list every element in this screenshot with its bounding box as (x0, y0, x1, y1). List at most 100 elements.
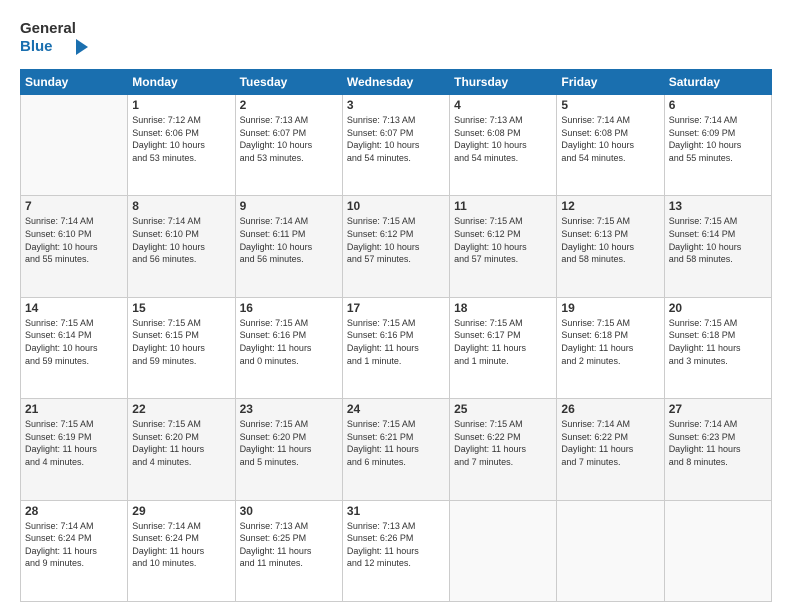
day-info: Sunrise: 7:15 AM Sunset: 6:14 PM Dayligh… (669, 215, 767, 265)
day-info: Sunrise: 7:15 AM Sunset: 6:20 PM Dayligh… (132, 418, 230, 468)
day-number: 31 (347, 504, 445, 518)
day-number: 17 (347, 301, 445, 315)
calendar-cell: 14 Sunrise: 7:15 AM Sunset: 6:14 PM Dayli… (21, 297, 128, 398)
svg-text:Blue: Blue (20, 38, 53, 55)
day-number: 19 (561, 301, 659, 315)
day-info: Sunrise: 7:15 AM Sunset: 6:18 PM Dayligh… (669, 317, 767, 367)
day-number: 14 (25, 301, 123, 315)
calendar-cell: 15 Sunrise: 7:15 AM Sunset: 6:15 PM Dayli… (128, 297, 235, 398)
calendar-cell (664, 500, 771, 601)
calendar-cell: 16 Sunrise: 7:15 AM Sunset: 6:16 PM Dayli… (235, 297, 342, 398)
day-info: Sunrise: 7:14 AM Sunset: 6:11 PM Dayligh… (240, 215, 338, 265)
calendar-table: SundayMondayTuesdayWednesdayThursdayFrid… (20, 69, 772, 602)
calendar-cell: 9 Sunrise: 7:14 AM Sunset: 6:11 PM Daylig… (235, 196, 342, 297)
calendar-week-5: 28Sunrise: 7:14 AM Sunset: 6:24 PM Dayli… (21, 500, 772, 601)
day-info: Sunrise: 7:15 AM Sunset: 6:12 PM Dayligh… (454, 215, 552, 265)
day-number: 15 (132, 301, 230, 315)
day-number: 10 (347, 199, 445, 213)
col-header-tuesday: Tuesday (235, 70, 342, 95)
calendar-cell: 6 Sunrise: 7:14 AM Sunset: 6:09 PM Daylig… (664, 95, 771, 196)
calendar-week-1: 1 Sunrise: 7:12 AM Sunset: 6:06 PM Daylig… (21, 95, 772, 196)
day-info: Sunrise: 7:14 AM Sunset: 6:23 PM Dayligh… (669, 418, 767, 468)
day-info: Sunrise: 7:13 AM Sunset: 6:08 PM Dayligh… (454, 114, 552, 164)
calendar-cell: 4 Sunrise: 7:13 AM Sunset: 6:08 PM Daylig… (450, 95, 557, 196)
day-info: Sunrise: 7:12 AM Sunset: 6:06 PM Dayligh… (132, 114, 230, 164)
day-info: Sunrise: 7:13 AM Sunset: 6:07 PM Dayligh… (347, 114, 445, 164)
day-info: Sunrise: 7:14 AM Sunset: 6:10 PM Dayligh… (25, 215, 123, 265)
logo: GeneralBlue (20, 15, 90, 59)
col-header-sunday: Sunday (21, 70, 128, 95)
day-info: Sunrise: 7:15 AM Sunset: 6:22 PM Dayligh… (454, 418, 552, 468)
day-number: 6 (669, 98, 767, 112)
day-number: 12 (561, 199, 659, 213)
day-number: 13 (669, 199, 767, 213)
calendar-cell: 1 Sunrise: 7:12 AM Sunset: 6:06 PM Daylig… (128, 95, 235, 196)
day-number: 8 (132, 199, 230, 213)
calendar-cell: 13 Sunrise: 7:15 AM Sunset: 6:14 PM Dayli… (664, 196, 771, 297)
calendar-header-row: SundayMondayTuesdayWednesdayThursdayFrid… (21, 70, 772, 95)
calendar-week-4: 21Sunrise: 7:15 AM Sunset: 6:19 PM Dayli… (21, 399, 772, 500)
day-info: Sunrise: 7:14 AM Sunset: 6:24 PM Dayligh… (25, 520, 123, 570)
day-number: 4 (454, 98, 552, 112)
calendar-cell: 23 Sunrise: 7:15 AM Sunset: 6:20 PM Dayli… (235, 399, 342, 500)
calendar-week-2: 7Sunrise: 7:14 AM Sunset: 6:10 PM Daylig… (21, 196, 772, 297)
day-number: 18 (454, 301, 552, 315)
calendar-cell: 24Sunrise: 7:15 AM Sunset: 6:21 PM Dayli… (342, 399, 449, 500)
col-header-thursday: Thursday (450, 70, 557, 95)
day-info: Sunrise: 7:14 AM Sunset: 6:09 PM Dayligh… (669, 114, 767, 164)
day-info: Sunrise: 7:15 AM Sunset: 6:17 PM Dayligh… (454, 317, 552, 367)
day-info: Sunrise: 7:13 AM Sunset: 6:25 PM Dayligh… (240, 520, 338, 570)
calendar-cell: 18 Sunrise: 7:15 AM Sunset: 6:17 PM Dayli… (450, 297, 557, 398)
day-number: 29 (132, 504, 230, 518)
calendar-cell: 12 Sunrise: 7:15 AM Sunset: 6:13 PM Dayli… (557, 196, 664, 297)
day-info: Sunrise: 7:13 AM Sunset: 6:26 PM Dayligh… (347, 520, 445, 570)
col-header-wednesday: Wednesday (342, 70, 449, 95)
day-info: Sunrise: 7:15 AM Sunset: 6:13 PM Dayligh… (561, 215, 659, 265)
calendar-cell: 2Sunrise: 7:13 AM Sunset: 6:07 PM Daylig… (235, 95, 342, 196)
day-info: Sunrise: 7:13 AM Sunset: 6:07 PM Dayligh… (240, 114, 338, 164)
day-info: Sunrise: 7:15 AM Sunset: 6:12 PM Dayligh… (347, 215, 445, 265)
col-header-monday: Monday (128, 70, 235, 95)
day-info: Sunrise: 7:15 AM Sunset: 6:16 PM Dayligh… (347, 317, 445, 367)
calendar-cell: 25 Sunrise: 7:15 AM Sunset: 6:22 PM Dayli… (450, 399, 557, 500)
day-number: 22 (132, 402, 230, 416)
calendar-cell: 10 Sunrise: 7:15 AM Sunset: 6:12 PM Dayli… (342, 196, 449, 297)
day-number: 23 (240, 402, 338, 416)
day-info: Sunrise: 7:15 AM Sunset: 6:18 PM Dayligh… (561, 317, 659, 367)
day-info: Sunrise: 7:14 AM Sunset: 6:10 PM Dayligh… (132, 215, 230, 265)
calendar-cell: 7Sunrise: 7:14 AM Sunset: 6:10 PM Daylig… (21, 196, 128, 297)
calendar-cell: 26Sunrise: 7:14 AM Sunset: 6:22 PM Dayli… (557, 399, 664, 500)
col-header-saturday: Saturday (664, 70, 771, 95)
svg-text:General: General (20, 20, 76, 37)
calendar-cell (21, 95, 128, 196)
header: GeneralBlue (20, 15, 772, 59)
day-number: 25 (454, 402, 552, 416)
calendar-cell: 22 Sunrise: 7:15 AM Sunset: 6:20 PM Dayli… (128, 399, 235, 500)
calendar-cell: 20Sunrise: 7:15 AM Sunset: 6:18 PM Dayli… (664, 297, 771, 398)
calendar-cell: 11 Sunrise: 7:15 AM Sunset: 6:12 PM Dayli… (450, 196, 557, 297)
day-number: 11 (454, 199, 552, 213)
day-info: Sunrise: 7:15 AM Sunset: 6:20 PM Dayligh… (240, 418, 338, 468)
day-info: Sunrise: 7:15 AM Sunset: 6:21 PM Dayligh… (347, 418, 445, 468)
day-number: 1 (132, 98, 230, 112)
day-info: Sunrise: 7:15 AM Sunset: 6:14 PM Dayligh… (25, 317, 123, 367)
calendar-cell: 31 Sunrise: 7:13 AM Sunset: 6:26 PM Dayli… (342, 500, 449, 601)
page: GeneralBlue SundayMondayTuesdayWednesday… (0, 0, 792, 612)
calendar-cell: 29Sunrise: 7:14 AM Sunset: 6:24 PM Dayli… (128, 500, 235, 601)
day-info: Sunrise: 7:15 AM Sunset: 6:19 PM Dayligh… (25, 418, 123, 468)
calendar-cell: 3 Sunrise: 7:13 AM Sunset: 6:07 PM Daylig… (342, 95, 449, 196)
day-number: 3 (347, 98, 445, 112)
day-info: Sunrise: 7:15 AM Sunset: 6:16 PM Dayligh… (240, 317, 338, 367)
calendar-cell (450, 500, 557, 601)
day-info: Sunrise: 7:14 AM Sunset: 6:08 PM Dayligh… (561, 114, 659, 164)
calendar-cell: 21Sunrise: 7:15 AM Sunset: 6:19 PM Dayli… (21, 399, 128, 500)
calendar-cell: 17 Sunrise: 7:15 AM Sunset: 6:16 PM Dayli… (342, 297, 449, 398)
day-number: 9 (240, 199, 338, 213)
calendar-cell: 28Sunrise: 7:14 AM Sunset: 6:24 PM Dayli… (21, 500, 128, 601)
day-number: 5 (561, 98, 659, 112)
calendar-cell: 19 Sunrise: 7:15 AM Sunset: 6:18 PM Dayli… (557, 297, 664, 398)
day-number: 16 (240, 301, 338, 315)
col-header-friday: Friday (557, 70, 664, 95)
day-info: Sunrise: 7:15 AM Sunset: 6:15 PM Dayligh… (132, 317, 230, 367)
day-number: 30 (240, 504, 338, 518)
